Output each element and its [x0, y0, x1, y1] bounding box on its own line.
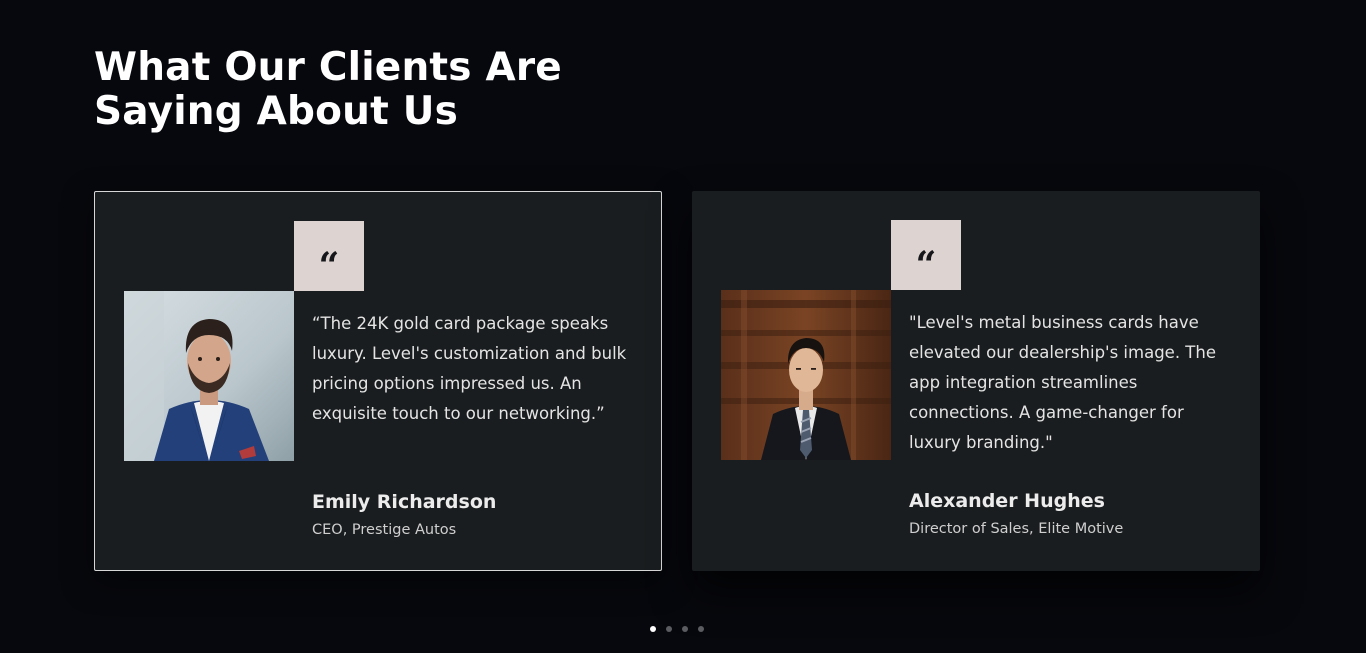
client-name: Emily Richardson [312, 491, 497, 513]
testimonial-text: “The 24K gold card package speaks luxury… [312, 314, 627, 423]
client-photo [124, 291, 294, 461]
pagination-dot-2[interactable] [666, 626, 672, 632]
pagination-dot-1[interactable] [650, 626, 656, 632]
testimonial-card[interactable]: “ [692, 191, 1260, 571]
testimonial-card[interactable]: “ [94, 191, 662, 571]
client-photo [721, 290, 891, 460]
pagination-dot-3[interactable] [682, 626, 688, 632]
quote-icon: “ [891, 220, 961, 290]
client-role: CEO, Prestige Autos [312, 522, 457, 538]
client-name: Alexander Hughes [909, 490, 1105, 512]
section-title: What Our Clients Are Saying About Us [94, 45, 562, 134]
pagination-dot-4[interactable] [698, 626, 704, 632]
testimonial-text: "Level's metal business cards have eleva… [909, 313, 1216, 452]
client-role: Director of Sales, Elite Motive [909, 521, 1124, 537]
quote-icon: “ [294, 221, 364, 291]
carousel-pagination [650, 626, 704, 632]
